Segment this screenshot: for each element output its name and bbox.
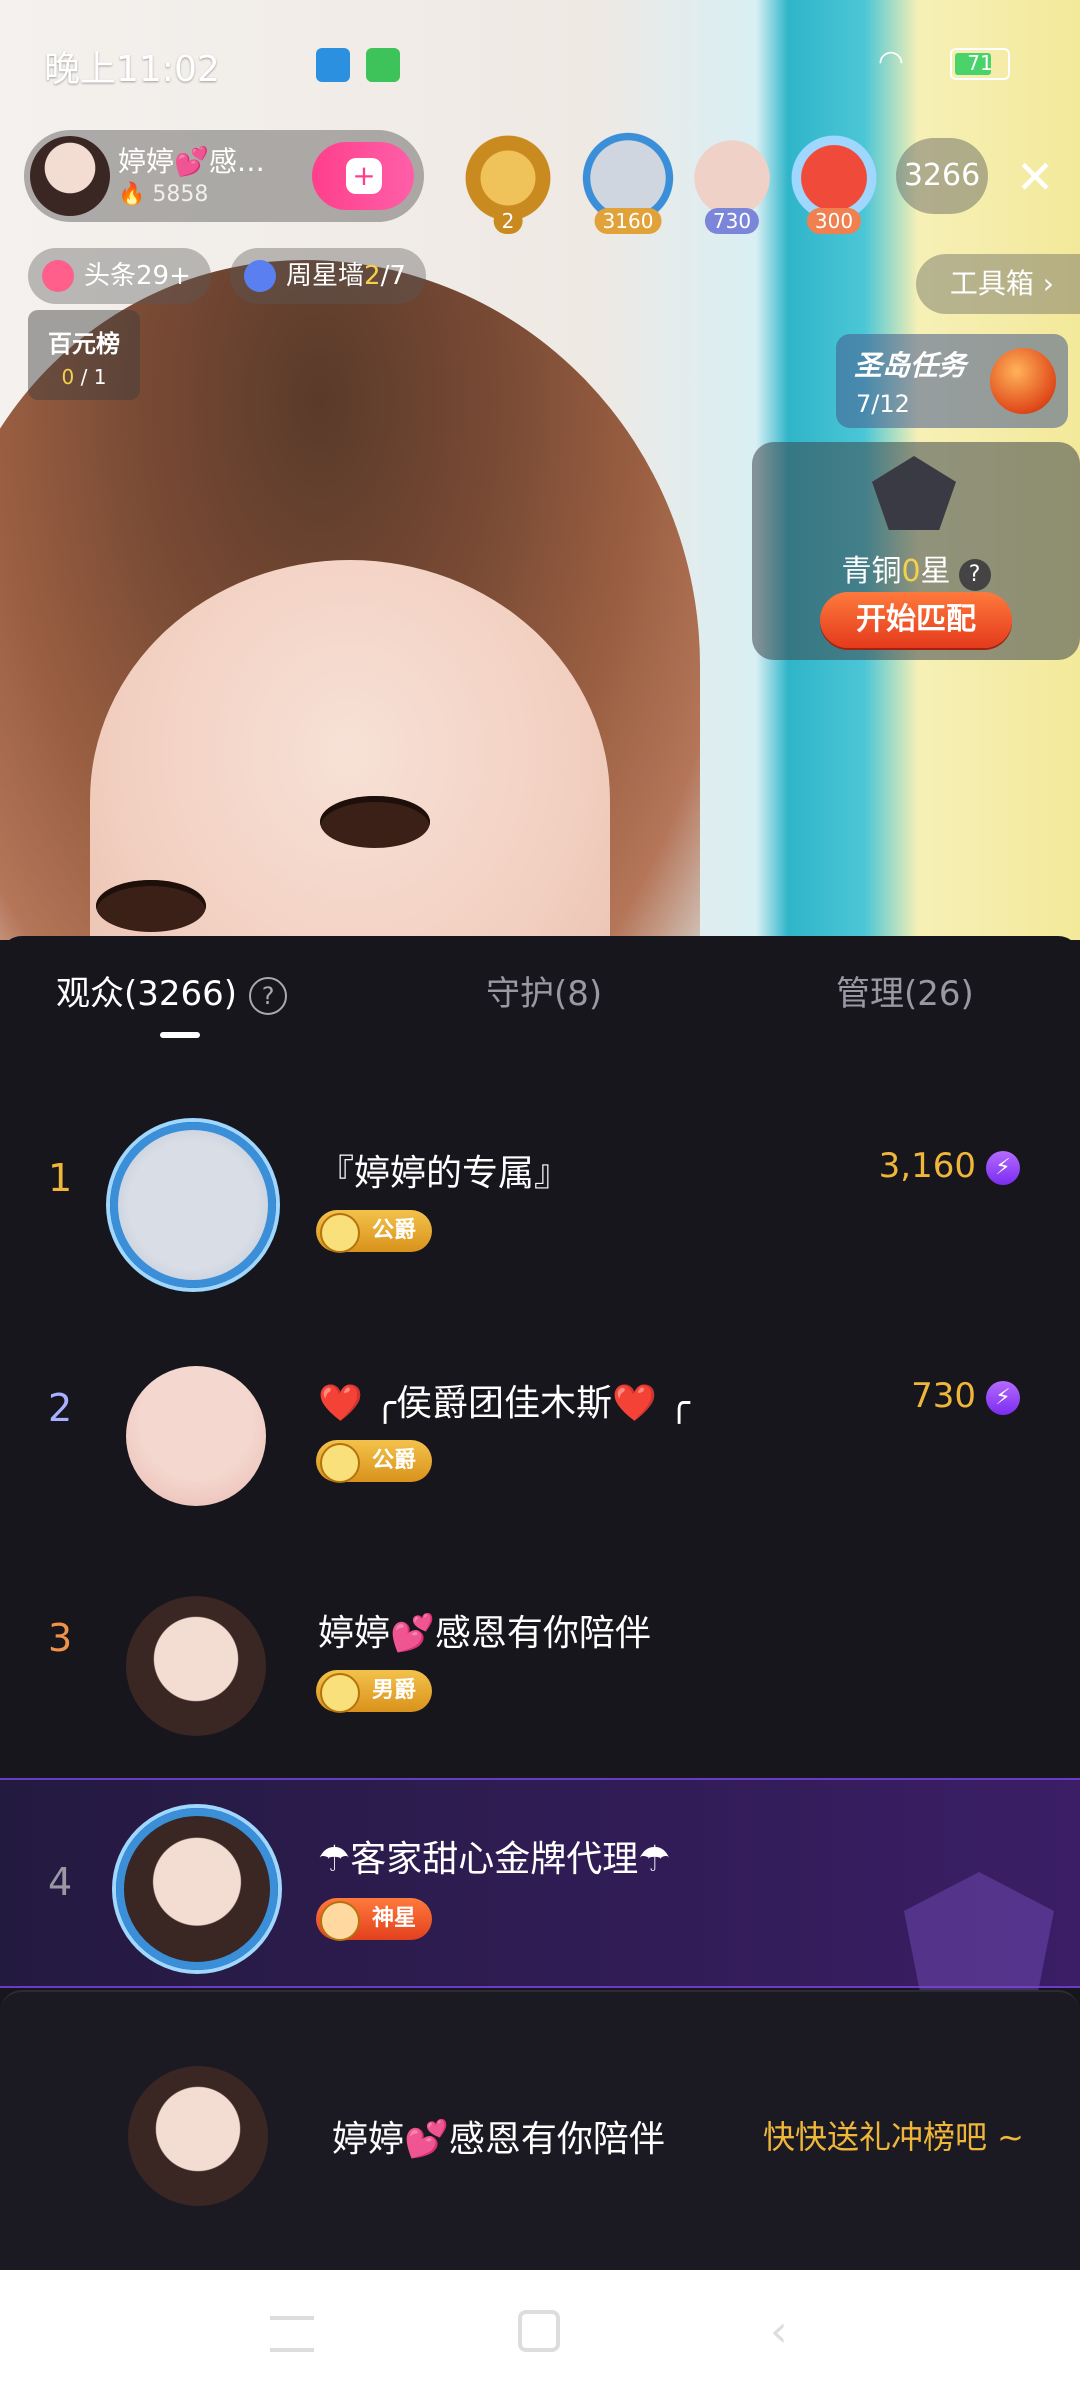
rank-level: 青铜0星? — [752, 546, 1080, 591]
wifi-icon: ◠ — [877, 44, 904, 79]
pk-match-card[interactable]: 青铜0星? 开始匹配 — [752, 442, 1080, 660]
star-icon — [244, 260, 276, 292]
baiyuan-rank[interactable]: 百元榜 0 / 1 — [28, 310, 140, 400]
upload-icon — [316, 48, 350, 82]
tab-indicator — [160, 1032, 200, 1038]
flame-icon — [42, 260, 74, 292]
status-bar: 晚上11:02 ◠ 71 — [0, 40, 1080, 90]
tab-audience[interactable]: 观众(3266)? — [56, 966, 288, 1015]
island-task-card[interactable]: 圣岛任务 7/12 — [836, 334, 1068, 428]
avatar[interactable] — [126, 1596, 266, 1736]
viewer-row[interactable]: 4 ☂客家甜心金牌代理☂ 神星 — [0, 1778, 1080, 2002]
follow-button[interactable]: + — [312, 142, 414, 210]
viewer-name: 婷婷💕感恩有你陪伴 — [318, 1613, 651, 1654]
noble-crest-icon — [904, 1872, 1054, 2002]
headline-chip[interactable]: 头条29+ — [28, 248, 211, 304]
bolt-icon: ⚡ — [986, 1380, 1020, 1415]
toolbox-button[interactable]: 工具箱 › — [915, 254, 1080, 314]
viewer-rank: 2 — [48, 1386, 73, 1430]
back-icon[interactable]: ‹ — [770, 2310, 814, 2354]
plus-heart-icon: + — [346, 158, 382, 194]
live-stream-video[interactable]: 晚上11:02 ◠ 71 婷婷💕感… 🔥 5858 + 2 3160 730 3… — [0, 0, 1080, 940]
noble-badge: 公爵 — [316, 1440, 433, 1483]
close-icon[interactable]: ✕ — [1008, 150, 1062, 204]
viewer-row[interactable]: 3 婷婷💕感恩有你陪伴 男爵 — [0, 1526, 1080, 1756]
bolt-icon: ⚡ — [986, 1150, 1020, 1185]
streamer-eye — [96, 880, 206, 932]
host-fans: 🔥 5858 — [118, 182, 209, 207]
avatar[interactable] — [116, 1808, 278, 1970]
weekly-star-chip[interactable]: 周星墙2/7 — [230, 248, 426, 304]
viewer-rank: 3 — [48, 1616, 73, 1660]
viewer-row[interactable]: 1 『婷婷的专属』 公爵 3,160 ⚡ — [0, 1066, 1080, 1296]
status-time: 晚上11:02 — [44, 49, 220, 90]
app-notification-icon — [366, 48, 400, 82]
streamer-eye — [320, 796, 430, 848]
send-gift-cta[interactable]: 快快送礼冲榜吧 ~ — [763, 2112, 1024, 2158]
host-name: 婷婷💕感… — [118, 145, 265, 178]
avatar[interactable] — [126, 1366, 266, 1506]
menu-icon[interactable] — [270, 2316, 314, 2352]
viewer-rank: 4 — [48, 1860, 73, 1904]
contribution-score: 730 ⚡ — [911, 1376, 1020, 1416]
tab-admin[interactable]: 管理(26) — [836, 966, 974, 1015]
viewer-name: ☂客家甜心金牌代理☂ — [318, 1839, 671, 1880]
help-icon[interactable]: ? — [249, 976, 288, 1015]
viewer-rank: 1 — [48, 1156, 73, 1200]
system-nav-bar: ‹ — [0, 2270, 1080, 2400]
avatar[interactable] — [110, 1122, 276, 1288]
home-icon[interactable] — [518, 2310, 560, 2352]
host-avatar[interactable] — [30, 136, 110, 216]
top-viewer-avatar[interactable]: 730 — [684, 130, 780, 234]
viewer-name: ❤️ ╭侯爵团佳木斯❤️ ╭ — [318, 1383, 690, 1424]
my-name: 婷婷💕感恩有你陪伴 — [332, 2119, 665, 2160]
top-viewer-avatar[interactable]: 300 — [786, 130, 882, 234]
host-info-pill[interactable]: 婷婷💕感… 🔥 5858 + — [24, 130, 424, 222]
viewer-count[interactable]: 3266 — [896, 138, 988, 214]
avatar — [128, 2066, 268, 2206]
top-viewer-avatar[interactable]: 3160 — [580, 130, 676, 234]
start-match-button[interactable]: 开始匹配 — [820, 592, 1012, 648]
viewer-name: 『婷婷的专属』 — [318, 1153, 571, 1194]
help-icon[interactable]: ? — [958, 559, 991, 591]
orb-icon — [990, 348, 1056, 414]
battery-icon: 71 — [950, 48, 1010, 80]
tab-guard[interactable]: 守护(8) — [486, 966, 602, 1015]
contribution-score: 3,160 ⚡ — [879, 1146, 1020, 1186]
bronze-rank-emblem-icon — [872, 456, 956, 530]
noble-badge: 男爵 — [316, 1670, 433, 1713]
top-rank-badge[interactable]: 2 — [460, 130, 556, 234]
viewer-row[interactable]: 2 ❤️ ╭侯爵团佳木斯❤️ ╭ 公爵 730 ⚡ — [0, 1296, 1080, 1526]
noble-badge: 公爵 — [316, 1210, 433, 1253]
my-rank-card[interactable]: 婷婷💕感恩有你陪伴 快快送礼冲榜吧 ~ — [0, 1990, 1080, 2272]
noble-badge: 神星 — [316, 1898, 433, 1941]
